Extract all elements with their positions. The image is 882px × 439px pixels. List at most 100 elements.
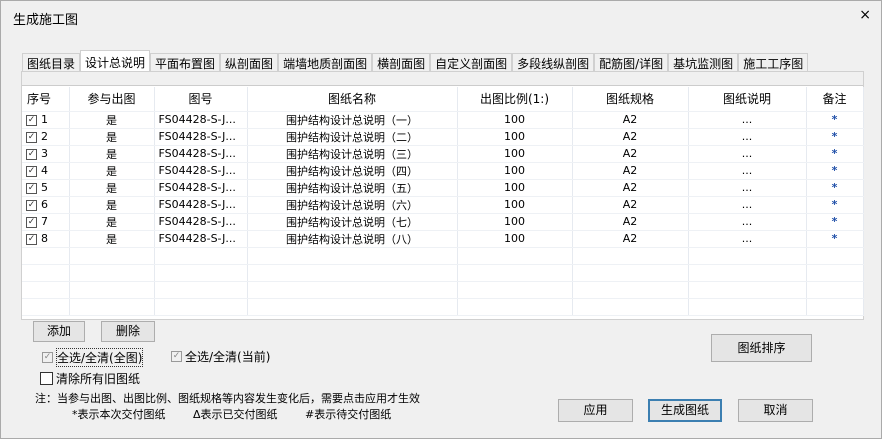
tab-9[interactable]: 基坑监测图 [668, 53, 739, 72]
cell-desc[interactable] [688, 281, 807, 299]
cell-name[interactable]: 围护结构设计总说明（四） [247, 162, 458, 180]
cell-desc[interactable]: ... [688, 111, 807, 129]
cell-join[interactable] [69, 247, 155, 265]
row-checkbox[interactable]: ✓ [26, 131, 37, 143]
cell-size[interactable] [572, 264, 689, 282]
cell-desc[interactable] [688, 298, 807, 316]
cell-code[interactable] [154, 281, 248, 299]
table-row[interactable]: ✓ 7 是 FS04428-S-J... 围护结构设计总说明（七） 100 A2... * [22, 213, 864, 231]
column-header[interactable]: 图纸说明 [688, 87, 807, 112]
tab-10[interactable]: 施工工序图 [738, 53, 809, 72]
cell-join[interactable] [69, 298, 155, 316]
cell-size[interactable]: A2 [572, 111, 689, 129]
column-header[interactable]: 图纸名称 [247, 87, 458, 112]
cell-join[interactable]: 是 [69, 230, 155, 248]
cell-desc[interactable]: ... [688, 145, 807, 163]
row-number-cell[interactable]: ✓ 7 [22, 213, 70, 231]
delete-button[interactable]: 删除 [101, 321, 155, 342]
row-number-cell[interactable] [22, 298, 70, 316]
cell-scale[interactable]: 100 [457, 128, 573, 146]
row-checkbox[interactable]: ✓ [26, 165, 37, 177]
tab-6[interactable]: 自定义剖面图 [430, 53, 513, 72]
column-header[interactable]: 图纸规格 [572, 87, 689, 112]
row-checkbox[interactable]: ✓ [26, 233, 37, 245]
table-row[interactable]: ✓ 1 是 FS04428-S-J... 围护结构设计总说明（一） 100 A2... * [22, 111, 864, 129]
table-row[interactable]: ✓ 6 是 FS04428-S-J... 围护结构设计总说明（六） 100 A2... * [22, 196, 864, 214]
cell-note[interactable]: * [806, 196, 864, 214]
column-header[interactable]: 图号 [154, 87, 248, 112]
row-number-cell[interactable]: ✓ 3 [22, 145, 70, 163]
cell-size[interactable]: A2 [572, 196, 689, 214]
cell-desc[interactable] [688, 247, 807, 265]
cell-note[interactable] [806, 264, 864, 282]
cell-name[interactable] [247, 247, 458, 265]
row-checkbox[interactable]: ✓ [26, 216, 37, 228]
cell-size[interactable]: A2 [572, 128, 689, 146]
cell-name[interactable]: 围护结构设计总说明（五） [247, 179, 458, 197]
cell-code[interactable] [154, 298, 248, 316]
tab-5[interactable]: 横剖面图 [372, 53, 431, 72]
cell-desc[interactable]: ... [688, 162, 807, 180]
cell-size[interactable] [572, 298, 689, 316]
cell-name[interactable]: 围护结构设计总说明（一） [247, 111, 458, 129]
table-row[interactable] [22, 264, 864, 282]
close-icon[interactable]: × [859, 7, 871, 23]
cell-size[interactable]: A2 [572, 230, 689, 248]
cell-name[interactable] [247, 298, 458, 316]
cell-size[interactable]: A2 [572, 145, 689, 163]
table-row[interactable] [22, 298, 864, 316]
cell-scale[interactable] [457, 281, 573, 299]
cell-name[interactable]: 围护结构设计总说明（二） [247, 128, 458, 146]
cell-name[interactable]: 围护结构设计总说明（六） [247, 196, 458, 214]
row-number-cell[interactable]: ✓ 4 [22, 162, 70, 180]
row-number-cell[interactable]: ✓ 2 [22, 128, 70, 146]
tab-8[interactable]: 配筋图/详图 [594, 53, 669, 72]
cell-code[interactable]: FS04428-S-J... [154, 128, 248, 146]
cell-scale[interactable]: 100 [457, 111, 573, 129]
cell-scale[interactable]: 100 [457, 145, 573, 163]
select-all-current-checkbox[interactable]: ✓ 全选/全清(当前) [171, 348, 270, 365]
cell-note[interactable] [806, 247, 864, 265]
cell-desc[interactable]: ... [688, 128, 807, 146]
row-checkbox[interactable]: ✓ [26, 114, 37, 126]
table-row[interactable]: ✓ 8 是 FS04428-S-J... 围护结构设计总说明（八） 100 A2... * [22, 230, 864, 248]
cell-code[interactable] [154, 264, 248, 282]
cell-desc[interactable]: ... [688, 179, 807, 197]
row-checkbox[interactable]: ✓ [26, 148, 37, 160]
cancel-button[interactable]: 取消 [738, 399, 813, 422]
cell-size[interactable]: A2 [572, 162, 689, 180]
cell-name[interactable] [247, 264, 458, 282]
cell-scale[interactable] [457, 247, 573, 265]
column-header[interactable]: 备注 [806, 87, 864, 112]
cell-size[interactable]: A2 [572, 213, 689, 231]
cell-join[interactable]: 是 [69, 128, 155, 146]
table-row[interactable]: ✓ 3 是 FS04428-S-J... 围护结构设计总说明（三） 100 A2... * [22, 145, 864, 163]
cell-join[interactable]: 是 [69, 111, 155, 129]
cell-note[interactable]: * [806, 162, 864, 180]
table-row[interactable] [22, 281, 864, 299]
cell-code[interactable]: FS04428-S-J... [154, 230, 248, 248]
cell-join[interactable]: 是 [69, 162, 155, 180]
cell-join[interactable]: 是 [69, 196, 155, 214]
column-header[interactable]: 参与出图 [69, 87, 155, 112]
tab-4[interactable]: 端墙地质剖面图 [278, 53, 373, 72]
cell-code[interactable]: FS04428-S-J... [154, 162, 248, 180]
tab-7[interactable]: 多段线纵剖图 [512, 53, 595, 72]
row-number-cell[interactable] [22, 281, 70, 299]
cell-size[interactable]: A2 [572, 179, 689, 197]
cell-note[interactable]: * [806, 111, 864, 129]
table-row[interactable]: ✓ 5 是 FS04428-S-J... 围护结构设计总说明（五） 100 A2... * [22, 179, 864, 197]
tab-3[interactable]: 纵剖面图 [220, 53, 279, 72]
cell-name[interactable]: 围护结构设计总说明（三） [247, 145, 458, 163]
sort-drawings-button[interactable]: 图纸排序 [711, 334, 812, 362]
add-button[interactable]: 添加 [33, 321, 85, 342]
tab-1[interactable]: 设计总说明 [80, 50, 151, 72]
cell-code[interactable]: FS04428-S-J... [154, 179, 248, 197]
table-row[interactable]: ✓ 4 是 FS04428-S-J... 围护结构设计总说明（四） 100 A2... * [22, 162, 864, 180]
table-row[interactable] [22, 247, 864, 265]
cell-desc[interactable]: ... [688, 196, 807, 214]
cell-scale[interactable] [457, 298, 573, 316]
column-header[interactable]: 序号 [22, 87, 70, 112]
column-header[interactable]: 出图比例(1:) [457, 87, 573, 112]
apply-button[interactable]: 应用 [558, 399, 633, 422]
